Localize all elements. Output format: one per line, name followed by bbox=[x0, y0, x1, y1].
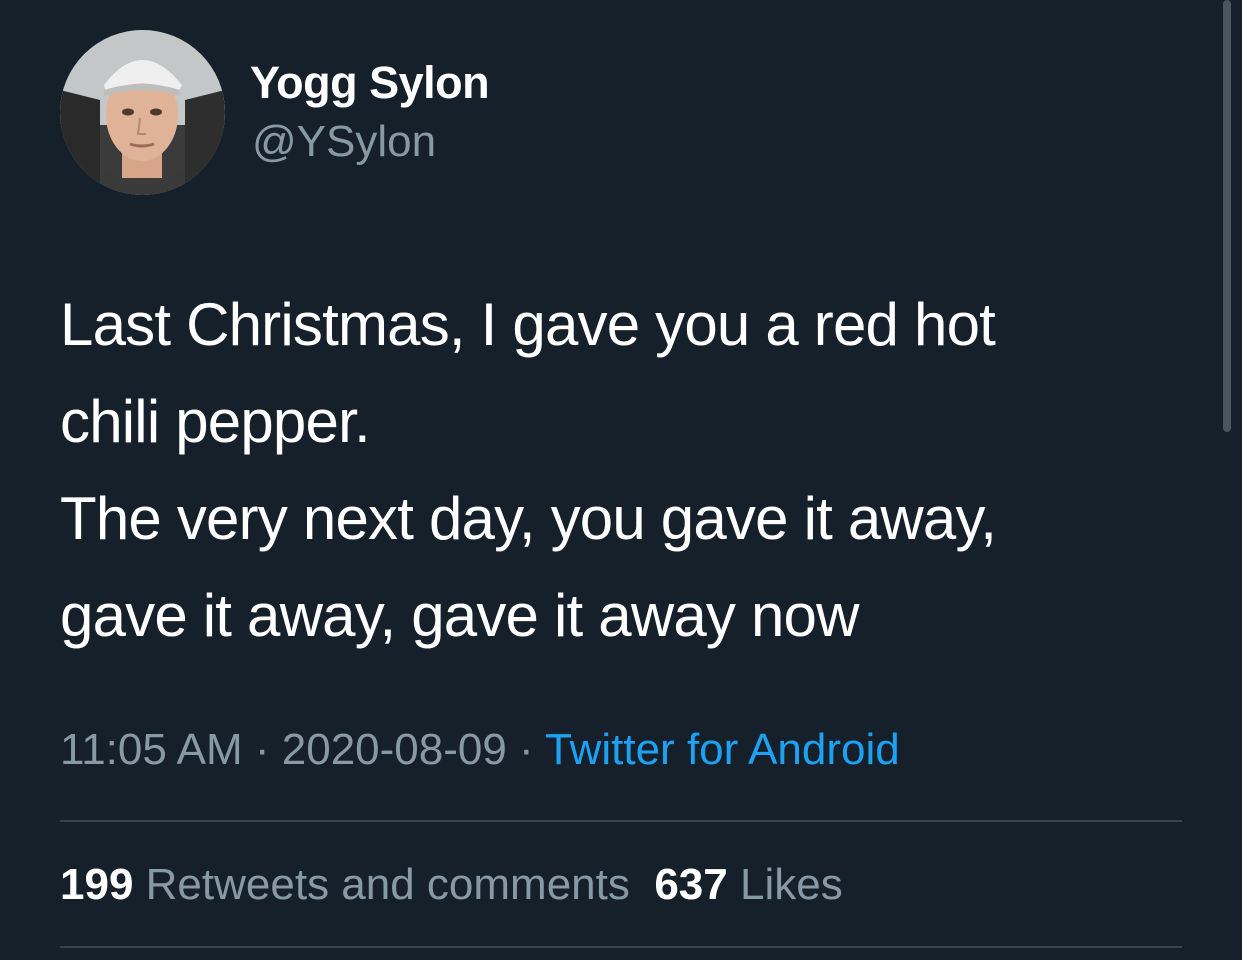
user-handle[interactable]: @YSylon bbox=[252, 116, 436, 168]
avatar[interactable] bbox=[60, 30, 225, 195]
likes-count: 637 bbox=[654, 860, 728, 909]
tweet-date[interactable]: 2020-08-09 bbox=[282, 725, 507, 774]
tweet-text: Last Christmas, I gave you a red hot chi… bbox=[60, 276, 1210, 664]
display-name[interactable]: Yogg Sylon bbox=[250, 56, 490, 110]
tweet-text-line: chili pepper. bbox=[60, 388, 371, 455]
tweet-source-link[interactable]: Twitter for Android bbox=[545, 725, 900, 774]
retweets-stat[interactable]: 199 Retweets and comments bbox=[60, 860, 630, 909]
likes-stat[interactable]: 637 Likes bbox=[654, 860, 842, 909]
likes-label: Likes bbox=[739, 860, 843, 909]
tweet-text-line: Last Christmas, I gave you a red hot bbox=[60, 291, 996, 358]
tweet-text-line: gave it away, gave it away now bbox=[60, 582, 859, 649]
retweets-count: 199 bbox=[60, 860, 134, 909]
tweet-metadata: 11:05 AM · 2020-08-09 · Twitter for Andr… bbox=[60, 723, 900, 777]
scrollbar[interactable] bbox=[1223, 0, 1231, 432]
profile-photo-icon bbox=[60, 30, 225, 195]
meta-separator: · bbox=[506, 725, 546, 774]
engagement-stats: 199 Retweets and comments 637 Likes bbox=[60, 858, 843, 912]
tweet-text-line: The very next day, you gave it away, bbox=[60, 485, 997, 552]
divider bbox=[60, 946, 1182, 948]
tweet-time[interactable]: 11:05 AM bbox=[60, 725, 243, 774]
meta-separator: · bbox=[242, 725, 282, 774]
divider bbox=[60, 820, 1182, 822]
retweets-label: Retweets and comments bbox=[145, 860, 630, 909]
